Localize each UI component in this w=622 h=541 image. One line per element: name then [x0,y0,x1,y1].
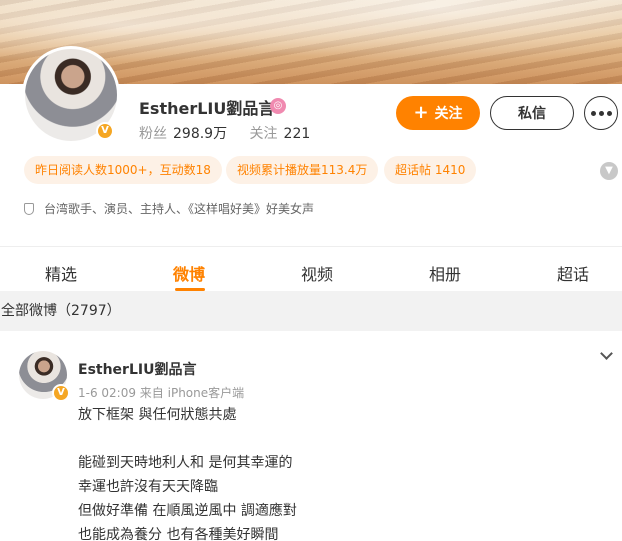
more-options-button[interactable] [584,96,618,130]
post-line: 幸運也許沒有天天降臨 [78,479,218,495]
profile-stats: 粉丝 298.9万 关注 221 [139,123,310,143]
message-button[interactable]: 私信 [490,96,574,130]
profile-tabs: 精选 微博 视频 相册 超话 [0,247,622,291]
post-line: 放下框架 與任何狀態共處 [78,407,237,423]
message-button-label: 私信 [518,106,546,122]
follow-button-label: 关注 [434,106,463,122]
fans-label: 粉丝 [139,126,167,142]
post-body: 放下框架 與任何狀態共處 能碰到天時地利人和 是何其幸運的 幸運也許沒有天天降臨… [78,403,297,541]
profile-bio: 台湾歌手、演员、主持人、《这样唱好美》好美女声 [24,200,314,217]
profile-name: EstherLIU劉品言 [139,99,275,118]
shield-icon [24,202,34,215]
fans-count[interactable]: 298.9万 [173,126,227,142]
following-count[interactable]: 221 [284,126,311,142]
tab-featured[interactable]: 精选 [45,261,77,285]
tab-videos[interactable]: 视频 [301,261,333,285]
post-line [78,427,297,451]
plus-icon: + [413,102,429,123]
following-label: 关注 [249,126,278,142]
chevron-down-icon[interactable] [600,347,613,360]
post-line: 但做好準備 在順風逆風中 調適應對 [78,503,297,519]
follow-button[interactable]: + 关注 [396,96,480,130]
expand-chevron-icon[interactable]: ▼ [600,162,618,180]
post-line: 也能成為養分 也有各種美好瞬間 [78,527,279,541]
tab-weibo[interactable]: 微博 [173,261,205,285]
section-title: 全部微博（2797） [1,303,121,319]
tag-reads[interactable]: 昨日阅读人数1000+，互动数18 [24,156,222,184]
verified-badge-icon: V [52,384,70,402]
tag-video-plays[interactable]: 视频累计播放量113.4万 [226,156,379,184]
bio-text: 台湾歌手、演员、主持人、《这样唱好美》好美女声 [44,202,315,216]
post-line: 能碰到天時地利人和 是何其幸運的 [78,455,293,471]
post-card: V EstherLIU劉品言 1-6 02:09 来自 iPhone客户端 放下… [0,331,622,541]
tab-super-topics[interactable]: 超话 [557,261,589,285]
membership-icon[interactable]: ◎ [270,98,286,114]
verified-badge-icon: V [96,122,114,140]
tag-super-topic[interactable]: 超话帖 1410 [384,156,477,184]
post-author-name[interactable]: EstherLIU劉品言 [78,359,196,379]
tab-albums[interactable]: 相册 [429,261,461,285]
section-header: 全部微博（2797） [0,291,622,331]
post-meta: 1-6 02:09 来自 iPhone客户端 [78,386,245,400]
